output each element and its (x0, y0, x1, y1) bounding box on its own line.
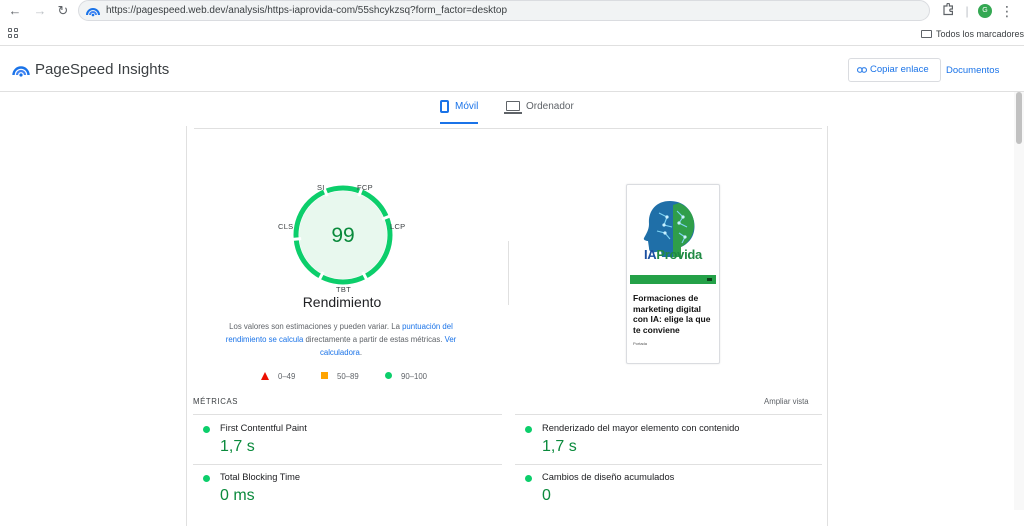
divider (194, 128, 822, 129)
app-title[interactable]: PageSpeed Insights (35, 61, 169, 78)
performance-score: 99 (331, 224, 355, 247)
circle-icon (385, 372, 392, 379)
all-bookmarks-label: Todos los marcadores (936, 29, 1024, 39)
brand-ia: IA (644, 247, 657, 262)
gauge-segment-gap (291, 237, 302, 242)
triangle-icon (261, 372, 269, 380)
divider (515, 414, 822, 415)
back-arrow-icon[interactable]: ← (7, 3, 23, 19)
performance-description: Los valores son estimaciones y pueden va… (215, 320, 467, 359)
brand-provida: Provida (656, 247, 702, 262)
tab-mobile-label: Móvil (455, 101, 479, 112)
gauge-label-tbt: TBT (336, 285, 352, 294)
metric-value: 0 (542, 487, 551, 504)
pass-circle-icon (203, 426, 210, 433)
bookmarks-bar: Todos los marcadores (0, 24, 1024, 46)
gauge-label-si: SI (317, 183, 325, 192)
desc-text-3: . (359, 348, 363, 357)
brand-logo-text: IAProvida (627, 247, 719, 262)
metric-value: 1,7 s (542, 438, 577, 455)
pass-circle-icon (525, 475, 532, 482)
divider (193, 414, 502, 415)
vertical-divider (508, 241, 509, 305)
desc-text-1: Los valores son estimaciones y pueden va… (229, 322, 403, 331)
metric-value: 1,7 s (220, 438, 255, 455)
expand-view-toggle[interactable]: Ampliar vista (764, 397, 809, 406)
metric-value: 0 ms (220, 487, 255, 504)
kebab-menu-icon[interactable]: ⋮ (999, 3, 1015, 19)
metric-name: Cambios de diseño acumulados (542, 472, 675, 482)
divider (515, 464, 822, 465)
screenshot-heading: Formaciones de marketing digital con IA:… (633, 293, 711, 335)
reload-icon[interactable]: ↻ (55, 3, 71, 19)
folder-icon (921, 30, 932, 38)
form-factor-tabs: Móvil Ordenador (0, 92, 1014, 126)
page-scrollbar[interactable]: ▲ (1014, 92, 1024, 510)
extensions-icon[interactable] (940, 2, 956, 19)
performance-title: Rendimiento (302, 294, 382, 310)
legend-fail: 0–49 (261, 372, 295, 381)
legend-fail-range: 0–49 (278, 372, 296, 381)
desc-text-2: directamente a partir de estas métricas. (303, 335, 445, 344)
screenshot-small-text: Portada (633, 341, 648, 346)
metrics-heading: MÉTRICAS (193, 397, 239, 406)
legend-average-range: 50–89 (337, 372, 359, 381)
link-icon (857, 67, 867, 73)
metric-name: First Contentful Paint (220, 423, 307, 433)
docs-link[interactable]: Documentos (946, 65, 999, 76)
tab-desktop[interactable]: Ordenador (504, 92, 574, 124)
pagespeed-favicon-icon (86, 8, 100, 17)
divider (193, 464, 502, 465)
square-icon (321, 372, 328, 379)
pass-circle-icon (525, 426, 532, 433)
gauge-label-fcp: FCP (357, 183, 373, 192)
metric-name: Total Blocking Time (220, 472, 301, 482)
laptop-icon (504, 101, 522, 115)
pagespeed-logo-icon[interactable] (12, 61, 30, 77)
legend-pass-range: 90–100 (401, 372, 428, 381)
legend-average: 50–89 (321, 372, 359, 381)
final-screenshot: IAProvida Formaciones de marketing digit… (626, 184, 720, 364)
forward-arrow-icon[interactable]: → (32, 3, 48, 19)
psi-header: PageSpeed Insights Copiar enlace Documen… (0, 47, 1024, 92)
report-card: 99 SI FCP CLS LCP TBT Rendimiento Los va… (186, 126, 828, 526)
tab-mobile[interactable]: Móvil (440, 92, 479, 124)
pass-circle-icon (203, 475, 210, 482)
apps-grid-icon[interactable] (8, 28, 20, 40)
copy-link-label: Copiar enlace (870, 64, 929, 75)
browser-toolbar: ← → ↻ https://pagespeed.web.dev/analysis… (0, 0, 1024, 22)
phone-icon (440, 99, 449, 113)
gauge-label-lcp: LCP (390, 222, 406, 231)
green-nav-bar (630, 275, 716, 284)
copy-link-button[interactable]: Copiar enlace (848, 58, 941, 82)
address-bar[interactable]: https://pagespeed.web.dev/analysis/https… (78, 0, 930, 21)
toolbar-separator: | (965, 4, 969, 18)
profile-avatar[interactable]: G (978, 4, 992, 18)
legend-pass: 90–100 (385, 372, 427, 381)
url-text: https://pagespeed.web.dev/analysis/https… (106, 5, 508, 16)
gauge-label-cls: CLS (278, 222, 294, 231)
scroll-thumb[interactable] (1016, 92, 1022, 144)
all-bookmarks-button[interactable]: Todos los marcadores (921, 29, 1024, 39)
metric-name: Renderizado del mayor elemento con conte… (542, 423, 740, 433)
menu-icon (707, 278, 712, 281)
tab-desktop-label: Ordenador (526, 101, 574, 112)
